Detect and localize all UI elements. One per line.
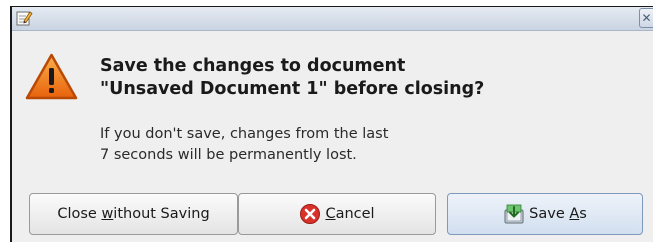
save-as-button[interactable]: Save As	[447, 193, 643, 235]
cancel-icon	[300, 204, 321, 224]
save-as-label: Save As	[529, 206, 587, 222]
title-bar[interactable]: ✕	[12, 7, 653, 31]
primary-message-line-1: Save the changes to document	[100, 56, 406, 76]
close-without-saving-button[interactable]: Close without Saving	[29, 193, 238, 235]
secondary-message-line-2: 7 seconds will be permanently lost.	[100, 147, 357, 163]
save-changes-dialog: ✕ Save the changes to document "Unsaved …	[10, 6, 653, 242]
primary-message-line-2: "Unsaved Document 1" before closing?	[100, 79, 485, 99]
primary-message: Save the changes to document "Unsaved Do…	[100, 55, 620, 101]
cancel-button[interactable]: Cancel	[238, 193, 436, 235]
secondary-message-line-1: If you don't save, changes from the last	[100, 126, 389, 142]
secondary-message: If you don't save, changes from the last…	[100, 124, 620, 166]
window-close-button[interactable]: ✕	[639, 8, 653, 28]
close-without-saving-label: Close without Saving	[57, 206, 210, 222]
text-editor-icon	[16, 11, 33, 26]
save-icon	[504, 204, 524, 224]
warning-icon	[25, 53, 78, 100]
close-icon: ✕	[641, 11, 652, 25]
cancel-label: Cancel	[325, 206, 375, 222]
